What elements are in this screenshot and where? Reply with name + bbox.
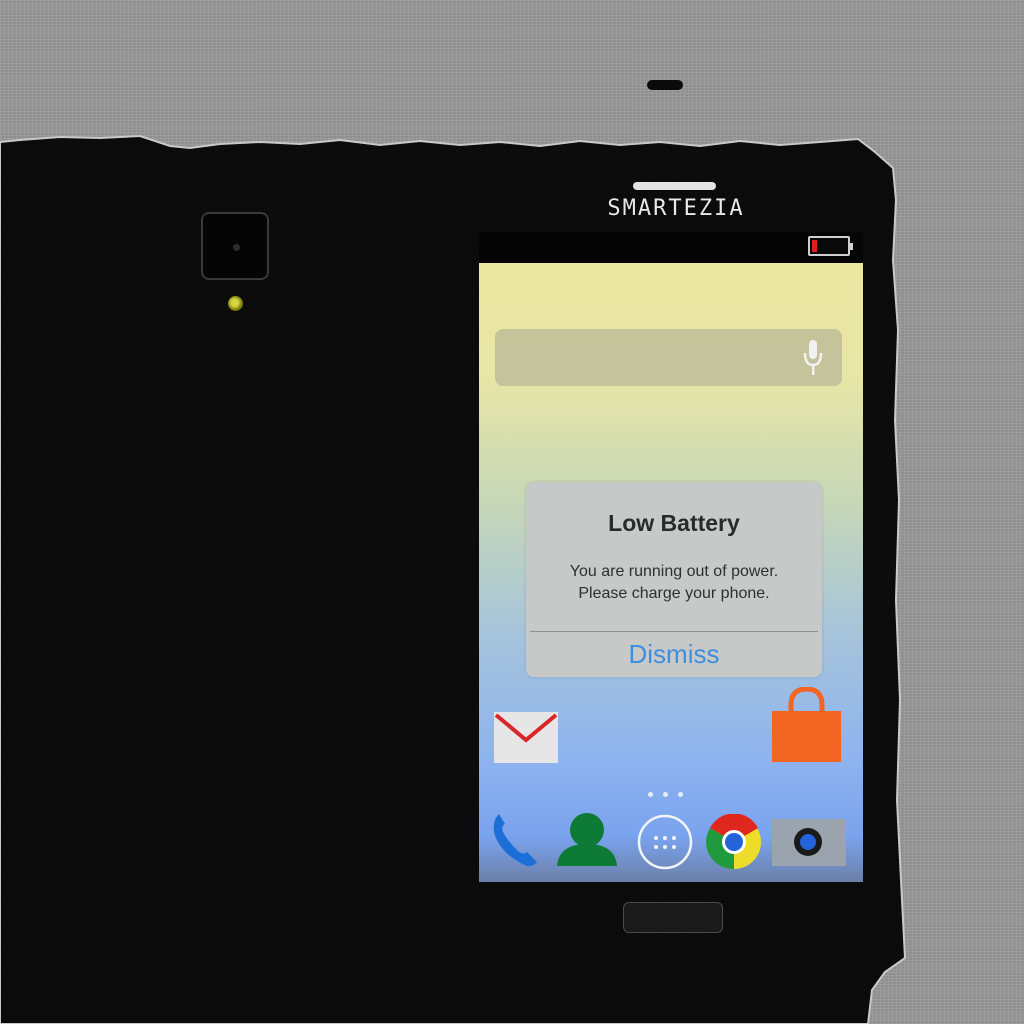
camera-lens: [233, 244, 240, 251]
dialog-message: You are running out of power. Please cha…: [546, 561, 802, 605]
page-dot[interactable]: [678, 792, 683, 797]
battery-tip: [850, 243, 853, 250]
app-drawer-icon[interactable]: [637, 814, 693, 870]
search-bar[interactable]: [495, 329, 842, 386]
brand-label: SMARTEZIA: [607, 196, 745, 221]
earpiece-speaker: [633, 182, 716, 190]
dialog-message-line-1: You are running out of power.: [569, 563, 779, 580]
page-dot[interactable]: [663, 792, 668, 797]
phone-screen: Low Battery You are running out of power…: [479, 232, 863, 882]
page-dot[interactable]: [648, 792, 653, 797]
camera-icon[interactable]: [772, 819, 846, 866]
page-indicator: [646, 792, 686, 798]
home-button[interactable]: [623, 902, 723, 933]
dialog-divider: [530, 631, 818, 632]
rear-camera: [201, 212, 269, 280]
dialog-title: Low Battery: [608, 510, 740, 536]
camera-flash: [228, 296, 243, 311]
battery-level-fill: [812, 240, 817, 252]
battery-icon: [808, 236, 853, 256]
status-bar: [479, 232, 863, 263]
contacts-icon[interactable]: [555, 812, 619, 866]
dialog-message-line-2: Please charge your phone.: [578, 585, 770, 602]
dismiss-button[interactable]: Dismiss: [530, 633, 818, 675]
phone-icon[interactable]: [491, 810, 541, 868]
low-battery-dialog: Low Battery You are running out of power…: [526, 482, 822, 677]
gmail-icon[interactable]: [494, 712, 558, 763]
shopping-bag-icon[interactable]: [771, 687, 842, 763]
chrome-icon[interactable]: [706, 814, 762, 870]
microphone-icon[interactable]: [803, 339, 823, 377]
